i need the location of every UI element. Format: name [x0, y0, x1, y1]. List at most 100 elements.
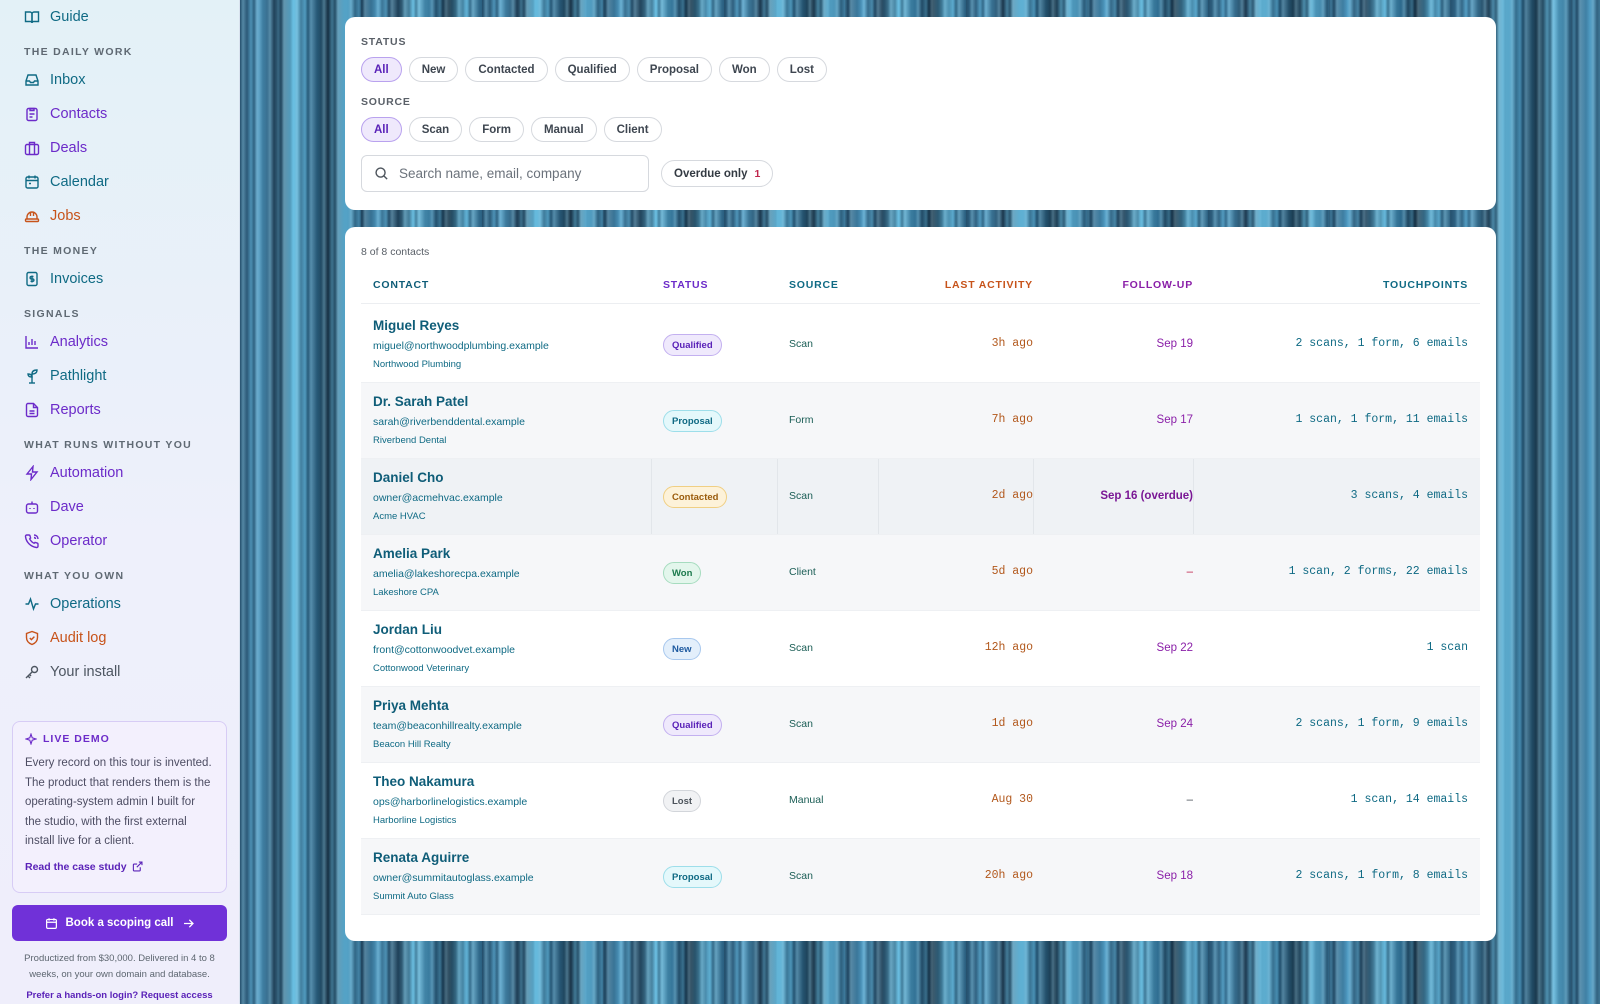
sidebar-item-calendar[interactable]: Calendar	[24, 170, 109, 194]
sidebar-item-audit-log[interactable]: Audit log	[24, 626, 106, 650]
contact-name[interactable]: Renata Aguirre	[373, 850, 469, 865]
source-pill-scan[interactable]: Scan	[408, 117, 463, 142]
hard-hat-icon	[24, 211, 40, 223]
contact-company: Lakeshore CPA	[373, 587, 439, 598]
status-pill-new[interactable]: New	[408, 57, 459, 82]
column-header-status[interactable]: STATUS	[663, 279, 708, 291]
sidebar-item-label: Calendar	[50, 174, 109, 190]
table-row[interactable]: Daniel Cho owner@acmehvac.example Acme H…	[361, 459, 1480, 535]
status-pill-all[interactable]: All	[361, 57, 402, 82]
sidebar-item-pathlight[interactable]: Pathlight	[24, 364, 106, 388]
sidebar-item-your-install[interactable]: Your install	[24, 660, 120, 684]
arrow-right-icon	[183, 918, 194, 928]
status-pill-lost[interactable]: Lost	[776, 57, 827, 82]
status-badge: Won	[663, 562, 702, 584]
case-study-link-label: Read the case study	[25, 860, 127, 873]
sidebar-item-label: Your install	[50, 664, 121, 680]
source-pill-all[interactable]: All	[361, 117, 402, 142]
table-row[interactable]: Dr. Sarah Patel sarah@riverbenddental.ex…	[361, 383, 1480, 459]
live-demo-header: LIVE DEMO	[25, 733, 214, 745]
source-pill-client[interactable]: Client	[603, 117, 662, 142]
contact-name[interactable]: Amelia Park	[373, 546, 450, 561]
book-scoping-call-button[interactable]: Book a scoping call	[12, 905, 227, 941]
status-pill-proposal[interactable]: Proposal	[636, 57, 713, 82]
sidebar-item-reports[interactable]: Reports	[24, 398, 101, 422]
shield-icon	[25, 630, 39, 646]
sidebar-item-analytics[interactable]: Analytics	[24, 330, 108, 354]
contact-company: Northwood Plumbing	[373, 359, 462, 370]
source-cell: Manual	[789, 794, 824, 806]
sidebar-item-label: Reports	[50, 402, 101, 418]
table-row[interactable]: Amelia Park amelia@lakeshorecpa.example …	[361, 535, 1480, 611]
sidebar-item-inbox[interactable]: Inbox	[24, 68, 85, 92]
sidebar-item-label: Contacts	[50, 106, 108, 122]
contact-email: sarah@riverbenddental.example	[373, 416, 525, 428]
sidebar-item-operations[interactable]: Operations	[24, 592, 121, 616]
status-badge: Contacted	[663, 486, 728, 508]
sidebar: Guide THE DAILY WORK Inbox Contacts Deal…	[0, 0, 240, 1004]
case-study-link[interactable]: Read the case study	[25, 861, 214, 873]
contact-email: owner@summitautoglass.example	[373, 872, 534, 884]
contact-company: Beacon Hill Realty	[373, 739, 451, 750]
contact-name[interactable]: Dr. Sarah Patel	[373, 394, 468, 409]
sidebar-item-automation[interactable]: Automation	[24, 461, 123, 485]
follow-up-cell: Sep 19	[1156, 338, 1193, 350]
table-row[interactable]: Theo Nakamura ops@harborlinelogistics.ex…	[361, 763, 1480, 839]
column-divider	[777, 459, 778, 534]
column-header-source[interactable]: SOURCE	[789, 279, 839, 291]
sidebar-item-label: Deals	[50, 140, 88, 156]
contact-company: Acme HVAC	[373, 511, 426, 522]
status-pill-won[interactable]: Won	[719, 57, 770, 82]
table-row[interactable]: Jordan Liu front@cottonwoodvet.example C…	[361, 611, 1480, 687]
contact-name[interactable]: Miguel Reyes	[373, 318, 459, 333]
last-activity-cell: 20h ago	[984, 869, 1033, 882]
sidebar-item-invoices[interactable]: Invoices	[24, 267, 103, 291]
table-row[interactable]: Miguel Reyes miguel@northwoodplumbing.ex…	[361, 307, 1480, 383]
sidebar-item-label: Invoices	[50, 271, 104, 287]
dollar-file-icon	[26, 271, 38, 287]
report-icon	[25, 402, 39, 418]
contact-email: team@beaconhillrealty.example	[373, 720, 522, 732]
column-header-contact[interactable]: CONTACT	[373, 279, 429, 291]
sidebar-item-label: Dave	[50, 499, 84, 515]
calendar-icon	[25, 175, 39, 189]
source-pill-manual[interactable]: Manual	[530, 117, 597, 142]
clipboard-icon	[26, 107, 38, 122]
touchpoints-cell: 1 scan, 2 forms, 22 emails	[1288, 565, 1468, 578]
request-access-link[interactable]: Prefer a hands-on login? Request access	[12, 990, 227, 1001]
column-header-last-activity[interactable]: LAST ACTIVITY	[945, 279, 1033, 291]
sidebar-item-label: Operator	[50, 533, 108, 549]
lightning-icon	[25, 465, 39, 481]
sidebar-item-contacts[interactable]: Contacts	[24, 102, 107, 126]
live-demo-text: Every record on this tour is invented. T…	[25, 757, 212, 847]
contact-name[interactable]: Priya Mehta	[373, 698, 449, 713]
pricing-note: Productized from $30,000. Delivered in 4…	[24, 953, 215, 980]
follow-up-cell-overdue: Sep 16 (overdue)	[1100, 490, 1193, 502]
sidebar-item-operator[interactable]: Operator	[24, 529, 107, 553]
column-header-touchpoints[interactable]: TOUCHPOINTS	[1383, 279, 1468, 291]
status-pill-contacted[interactable]: Contacted	[465, 57, 548, 82]
contact-email: amelia@lakeshorecpa.example	[373, 568, 520, 580]
sidebar-item-jobs[interactable]: Jobs	[24, 204, 81, 228]
book-icon	[24, 11, 40, 24]
search-box[interactable]	[361, 155, 649, 192]
contact-name[interactable]: Daniel Cho	[373, 470, 444, 485]
status-badge: New	[663, 638, 701, 660]
search-input[interactable]	[399, 166, 629, 181]
status-badge: Qualified	[663, 334, 722, 356]
column-header-follow-up[interactable]: FOLLOW-UP	[1122, 279, 1193, 291]
section-label-signals: SIGNALS	[24, 308, 80, 320]
overdue-only-toggle[interactable]: Overdue only 1	[661, 160, 774, 187]
contact-name[interactable]: Jordan Liu	[373, 622, 442, 637]
follow-up-cell: Sep 18	[1156, 870, 1193, 882]
status-pill-qualified[interactable]: Qualified	[554, 57, 630, 82]
source-pill-form[interactable]: Form	[469, 117, 524, 142]
contact-name[interactable]: Theo Nakamura	[373, 774, 474, 789]
table-row[interactable]: Priya Mehta team@beaconhillrealty.exampl…	[361, 687, 1480, 763]
source-cell: Form	[789, 414, 814, 426]
sidebar-item-guide[interactable]: Guide	[24, 5, 89, 29]
table-row[interactable]: Renata Aguirre owner@summitautoglass.exa…	[361, 839, 1480, 915]
source-cell: Scan	[789, 642, 813, 654]
sidebar-item-deals[interactable]: Deals	[24, 136, 87, 160]
sidebar-item-dave[interactable]: Dave	[24, 495, 84, 519]
